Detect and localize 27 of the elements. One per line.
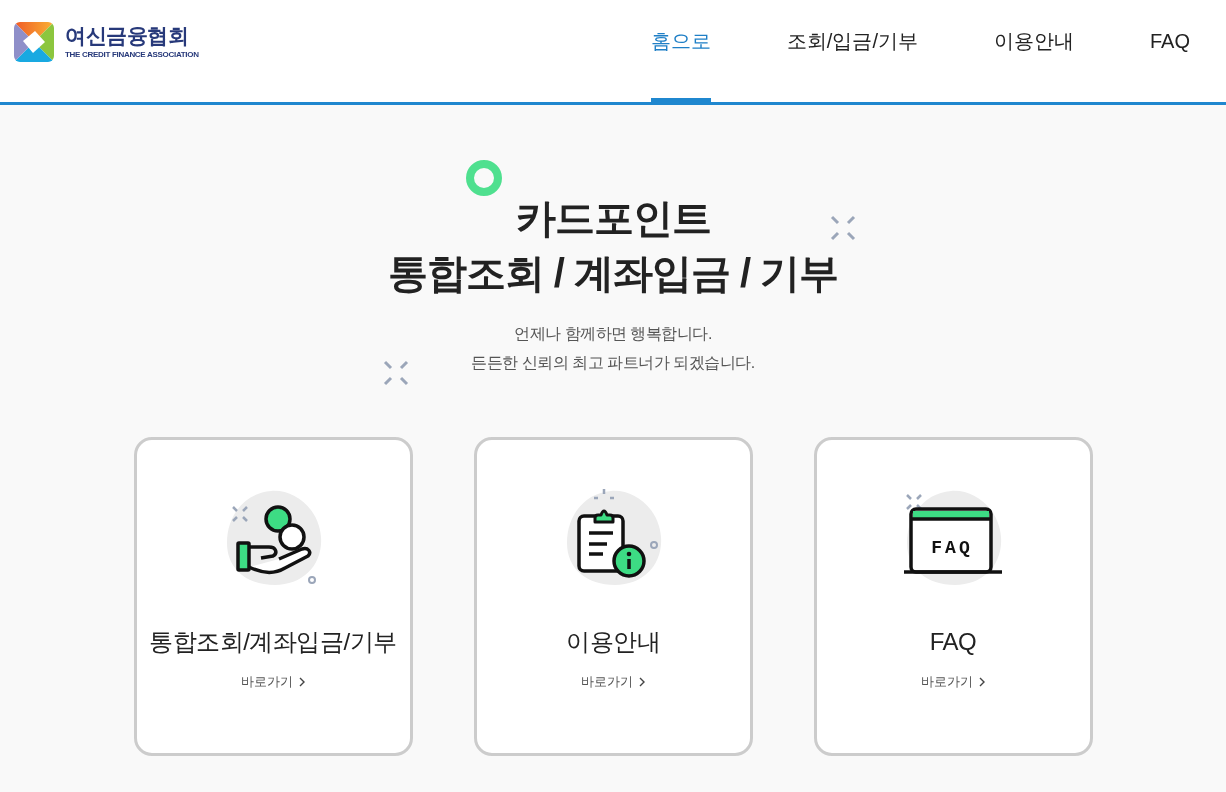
- chevron-right-icon: [979, 677, 985, 687]
- logo-tagline: THE CREDIT FINANCE ASSOCIATION: [65, 50, 199, 60]
- menu-card[interactable]: FAQ FAQ 바로가기: [813, 437, 1093, 756]
- menu-card[interactable]: 통합조회/계좌입금/기부 바로가기: [133, 437, 413, 756]
- sparkle-decoration: [383, 360, 409, 386]
- menu-card[interactable]: 이용안내 바로가기: [473, 437, 753, 756]
- icon-caption: FAQ: [931, 538, 973, 558]
- shortcut-link[interactable]: 바로가기: [581, 673, 645, 691]
- sparkle-decoration: [830, 215, 856, 241]
- nav-tab[interactable]: FAQ: [1150, 0, 1190, 102]
- card-title: FAQ: [929, 627, 977, 657]
- hero-title: 카드포인트: [515, 195, 711, 242]
- chevron-right-icon: [299, 677, 305, 687]
- nav-tab[interactable]: 홈으로: [650, 0, 711, 102]
- card-title: 이용안내: [566, 627, 660, 657]
- shortcut-link[interactable]: 바로가기: [921, 673, 985, 691]
- hero-subtitle: 언제나 함께하면 행복합니다.: [514, 324, 712, 344]
- logo-icon: [14, 22, 54, 62]
- shortcut-link[interactable]: 바로가기: [241, 673, 305, 691]
- hero-subtitle: 든든한 신뢰의 최고 파트너가 되겠습니다.: [471, 353, 755, 373]
- chevron-right-icon: [639, 677, 645, 687]
- logo-name: 여신금융협회: [65, 24, 189, 48]
- hero-title: 통합조회 / 계좌입금 / 기부: [387, 250, 839, 297]
- card-title: 통합조회/계좌입금/기부: [149, 627, 397, 657]
- nav-tab[interactable]: 조회/입금/기부: [786, 0, 918, 102]
- nav-tab[interactable]: 이용안내: [994, 0, 1074, 102]
- ring-decoration: [466, 160, 502, 196]
